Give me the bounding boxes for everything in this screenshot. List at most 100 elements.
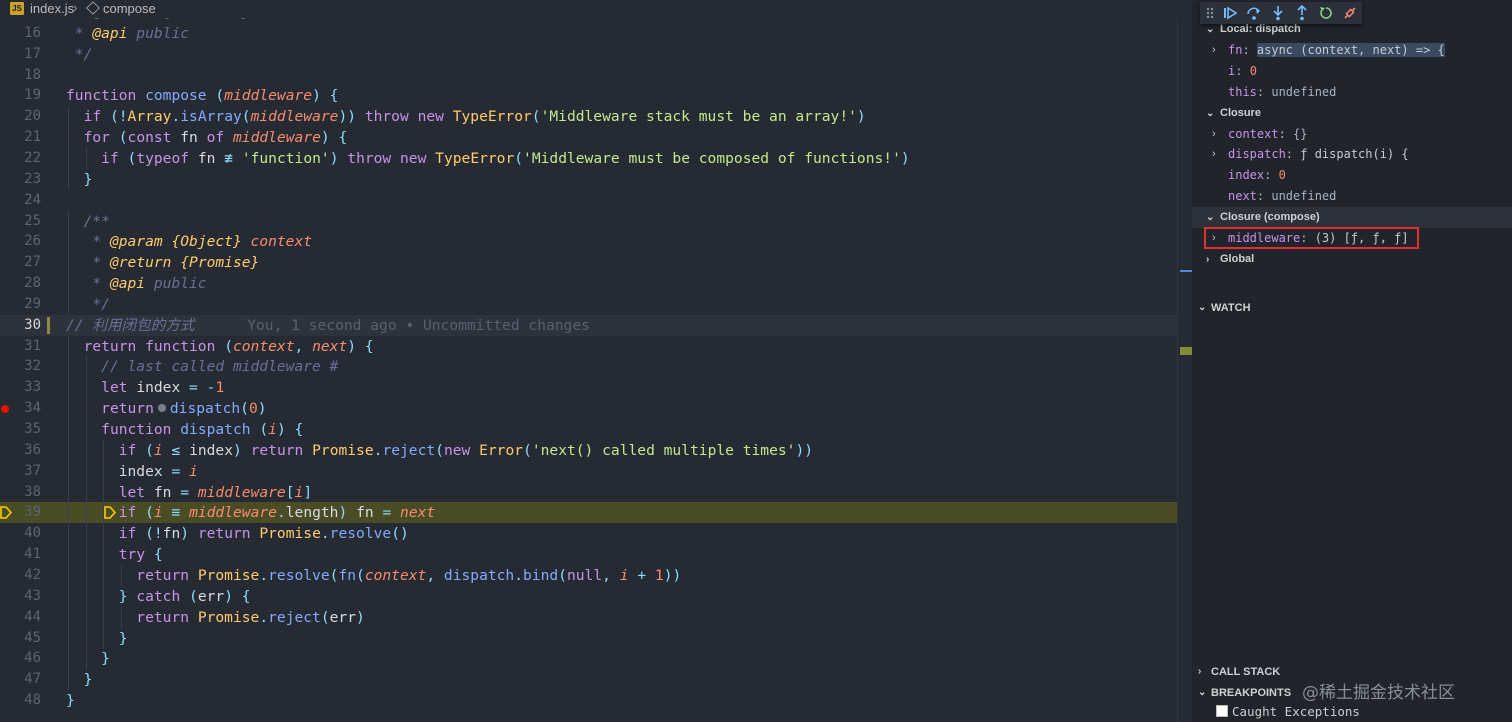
code-line[interactable]: 28 * @api public (0, 273, 1192, 295)
code-editor[interactable]: JS index.js › compose 15 * @return {Func… (0, 0, 1192, 722)
code-line[interactable]: 29 */ (0, 293, 1192, 315)
variable-context[interactable]: › context: {} (1192, 124, 1512, 145)
code-text[interactable]: } (66, 669, 93, 690)
code-text[interactable]: function compose (middleware) { (66, 85, 338, 106)
line-number: 41 (24, 546, 41, 563)
step-out-icon[interactable] (1294, 5, 1310, 21)
code-text[interactable]: } (66, 628, 128, 649)
code-line[interactable]: 45 } (0, 627, 1192, 649)
code-text[interactable]: return function (context, next) { (66, 336, 374, 357)
code-text[interactable]: return dispatch(0) (66, 398, 266, 419)
code-line[interactable]: 26 * @param {Object} context (0, 231, 1192, 253)
js-file-icon: JS (10, 2, 24, 15)
step-over-icon[interactable] (1246, 5, 1262, 21)
line-number: 37 (24, 462, 41, 479)
code-text[interactable]: index = i (66, 461, 198, 482)
code-line[interactable]: 21 for (const fn of middleware) { (0, 127, 1192, 149)
code-text[interactable]: function dispatch (i) { (66, 419, 303, 440)
code-line[interactable]: 27 * @return {Promise} (0, 252, 1192, 274)
code-text[interactable]: return Promise.resolve(fn(context, dispa… (66, 565, 681, 586)
line-number: 22 (24, 149, 41, 166)
code-line[interactable]: 31 return function (context, next) { (0, 335, 1192, 357)
code-text[interactable]: return Promise.reject(err) (66, 607, 365, 628)
variable-i[interactable]: i: 0 (1192, 61, 1512, 82)
drag-handle-icon[interactable] (1202, 5, 1218, 21)
section-title: WATCH (1211, 302, 1251, 314)
code-line[interactable]: 17 */ (0, 44, 1192, 65)
scope-global[interactable]: › Global (1192, 249, 1512, 270)
code-text[interactable]: for (const fn of middleware) { (66, 127, 348, 148)
code-text[interactable]: if (typeof fn ≢ 'function') throw new Ty… (66, 148, 910, 169)
checkbox[interactable] (1216, 705, 1228, 717)
code-text[interactable]: if (!Array.isArray(middleware)) throw ne… (66, 106, 866, 127)
variable-value: {} (1293, 126, 1308, 141)
code-text[interactable]: if (!fn) return Promise.resolve() (66, 523, 409, 544)
code-line[interactable]: 35 function dispatch (i) { (0, 419, 1192, 440)
editor-scrollbar[interactable] (1177, 0, 1192, 722)
code-text[interactable]: let fn = middleware[i] (66, 482, 312, 503)
code-text[interactable]: * @api public (66, 23, 189, 44)
code-line[interactable]: 20 if (!Array.isArray(middleware)) throw… (0, 106, 1192, 128)
code-line[interactable]: 22 if (typeof fn ≢ 'function') throw new… (0, 147, 1192, 169)
variable-fn[interactable]: › fn: async (context, next) => { (1192, 40, 1512, 61)
debug-toolbar[interactable] (1200, 2, 1362, 24)
code-text[interactable]: if (i ≤ index) return Promise.reject(new… (66, 440, 813, 461)
code-line[interactable]: 40 if (!fn) return Promise.resolve() (0, 523, 1192, 545)
code-text[interactable]: * @return {Promise} (66, 252, 259, 273)
code-line[interactable]: 48} (0, 690, 1192, 711)
variable-index[interactable]: index: 0 (1192, 165, 1512, 186)
code-line[interactable]: 30 // 利用闭包的方式 You, 1 second ago • Uncommi… (0, 314, 1192, 336)
line-number: 31 (24, 337, 41, 354)
variable-dispatch[interactable]: › dispatch: ƒ dispatch(i) { (1192, 144, 1512, 165)
code-line[interactable]: 32 // last called middleware # (0, 356, 1192, 378)
code-line[interactable]: 46 } (0, 648, 1192, 670)
code-line[interactable]: 41 try { (0, 544, 1192, 566)
breadcrumb-file[interactable]: index.js (30, 1, 74, 16)
line-number: 43 (24, 587, 41, 604)
code-line[interactable]: 47 } (0, 669, 1192, 691)
code-line[interactable]: 25 /** (0, 210, 1192, 232)
section-title: CALL STACK (1211, 666, 1281, 678)
watch-section[interactable]: ⌄ WATCH (1192, 297, 1512, 319)
scope-closure[interactable]: ⌄ Closure (1192, 103, 1512, 124)
code-text[interactable]: try { (66, 544, 163, 565)
code-text[interactable]: /** (66, 211, 110, 232)
code-text[interactable]: // last called middleware # (66, 356, 338, 377)
code-line[interactable]: 34 return dispatch(0) (0, 398, 1192, 420)
variable-this[interactable]: this: undefined (1192, 82, 1512, 103)
code-line[interactable]: 44 return Promise.reject(err) (0, 606, 1192, 628)
code-text[interactable]: * @api public (66, 273, 206, 294)
code-line[interactable]: 42 return Promise.resolve(fn(context, di… (0, 564, 1192, 586)
continue-icon[interactable] (1222, 5, 1238, 21)
code-line[interactable]: 43 } catch (err) { (0, 585, 1192, 607)
chevron-right-icon: › (1212, 148, 1216, 161)
code-text[interactable]: */ (66, 44, 93, 65)
code-line[interactable]: 36 if (i ≤ index) return Promise.reject(… (0, 439, 1192, 461)
code-text[interactable]: // 利用闭包的方式 You, 1 second ago • Uncommitt… (66, 315, 590, 336)
code-line[interactable]: 18 (0, 65, 1192, 86)
code-text[interactable]: */ (66, 294, 110, 315)
code-text[interactable]: let index = -1 (66, 377, 224, 398)
code-line[interactable]: 23 } (0, 168, 1192, 190)
restart-icon[interactable] (1318, 5, 1334, 21)
variable-next[interactable]: next: undefined (1192, 186, 1512, 207)
code-line[interactable]: 33 let index = -1 (0, 377, 1192, 399)
code-text[interactable]: } catch (err) { (66, 586, 251, 607)
code-line[interactable]: 39 if (i ≡ middleware.length) fn = next (0, 502, 1192, 524)
code-text[interactable]: if (i ≡ middleware.length) fn = next (66, 502, 435, 523)
breakpoint-caught-exceptions[interactable]: Caught Exceptions (1216, 704, 1360, 719)
line-number: 29 (24, 295, 41, 312)
disconnect-icon[interactable] (1342, 5, 1358, 21)
code-line[interactable]: 16 * @api public (0, 23, 1192, 44)
code-line[interactable]: 38 let fn = middleware[i] (0, 481, 1192, 503)
code-line[interactable]: 19 function compose (middleware) { (0, 85, 1192, 106)
code-text[interactable]: } (66, 648, 110, 669)
code-line[interactable]: 37 index = i (0, 460, 1192, 482)
code-text[interactable]: * @param {Object} context (66, 231, 312, 252)
code-text[interactable]: } (66, 690, 75, 711)
step-into-icon[interactable] (1270, 5, 1286, 21)
scope-closure-compose[interactable]: ⌄ Closure (compose) (1192, 207, 1512, 229)
code-line[interactable]: 24 (0, 190, 1192, 211)
breadcrumb-symbol[interactable]: compose (103, 1, 156, 16)
code-text[interactable]: } (66, 169, 93, 190)
